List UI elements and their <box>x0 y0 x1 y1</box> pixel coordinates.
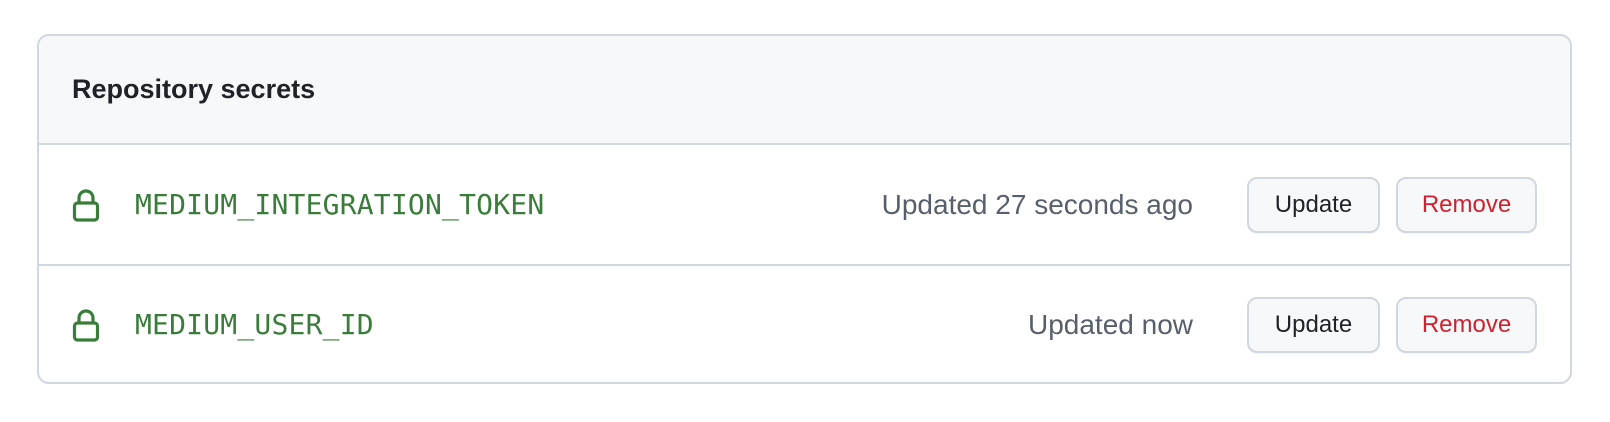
remove-button[interactable]: Remove <box>1396 296 1537 353</box>
secret-row: MEDIUM_INTEGRATION_TOKEN Updated 27 seco… <box>39 145 1570 264</box>
repository-secrets-panel: Repository secrets MEDIUM_INTEGRATION_TO… <box>37 34 1572 384</box>
secret-name: MEDIUM_USER_ID <box>135 308 374 341</box>
update-button[interactable]: Update <box>1247 176 1380 233</box>
secret-row: MEDIUM_USER_ID Updated now Update Remove <box>39 264 1570 382</box>
secret-updated-time: Updated now <box>1027 308 1193 340</box>
update-button[interactable]: Update <box>1247 296 1380 353</box>
panel-title: Repository secrets <box>72 74 316 104</box>
lock-icon <box>72 188 100 222</box>
panel-header: Repository secrets <box>39 36 1570 145</box>
lock-icon <box>72 308 100 342</box>
secret-name: MEDIUM_INTEGRATION_TOKEN <box>135 188 545 221</box>
remove-button[interactable]: Remove <box>1396 176 1537 233</box>
secret-updated-time: Updated 27 seconds ago <box>881 188 1193 220</box>
